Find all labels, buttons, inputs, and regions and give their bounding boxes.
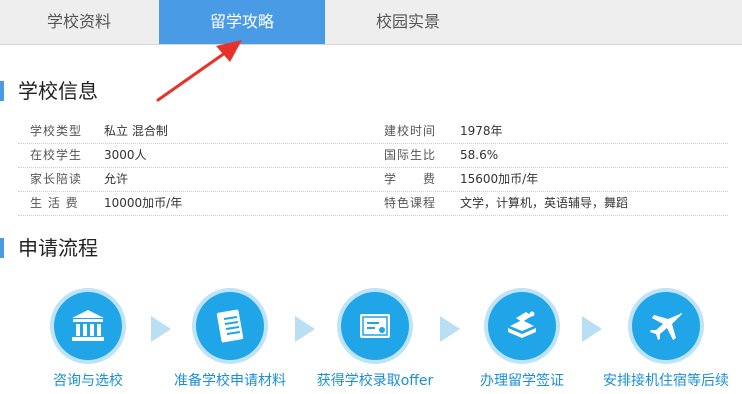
document-icon <box>216 309 244 343</box>
process-step: 咨询与选校 <box>18 292 158 390</box>
step-label: 准备学校申请材料 <box>174 373 286 389</box>
info-value: 1978年 <box>460 124 503 138</box>
step-circle <box>632 292 700 360</box>
section-application-process: 申请流程 <box>0 235 200 261</box>
process-step: 准备学校申请材料 <box>160 292 300 390</box>
info-value: 3000人 <box>104 148 147 162</box>
info-value: 10000加币/年 <box>104 196 183 210</box>
info-label: 特色课程 <box>384 196 437 210</box>
info-label: 家长陪读 <box>30 172 83 186</box>
step-circle <box>488 292 556 360</box>
info-value: 允许 <box>104 172 129 186</box>
info-value: 58.6% <box>460 148 499 162</box>
process-step: 安排接机住宿等后续 <box>592 292 740 390</box>
process-step: 获得学校录取offer <box>305 292 445 390</box>
info-value: 文学，计算机，英语辅导，舞蹈 <box>460 196 629 210</box>
airplane-icon <box>650 312 683 340</box>
table-row: 在校学生 3000人 国际生比 58.6% <box>18 144 728 168</box>
info-value: 15600加币/年 <box>460 172 539 186</box>
certificate-icon <box>360 314 390 338</box>
info-value: 私立 混合制 <box>104 124 168 138</box>
table-row: 学校类型 私立 混合制 建校时间 1978年 <box>18 120 728 144</box>
table-row: 家长陪读 允许 学 费 15600加币/年 <box>18 168 728 192</box>
step-circle <box>54 292 122 360</box>
tab-school-profile[interactable]: 学校资料 <box>0 0 158 44</box>
info-label: 生 活 费 <box>30 196 79 210</box>
section-school-info: 学校信息 <box>0 78 200 104</box>
step-label: 获得学校录取offer <box>316 373 434 389</box>
info-label: 国际生比 <box>384 148 437 162</box>
section-title: 学校信息 <box>18 79 98 103</box>
tab-campus-photos[interactable]: 校园实景 <box>326 0 490 44</box>
section-accent-bar <box>0 81 4 101</box>
info-label: 学 费 <box>384 172 437 186</box>
info-label: 学校类型 <box>30 124 83 138</box>
section-title: 申请流程 <box>18 236 98 260</box>
step-circle <box>341 292 409 360</box>
passport-book-icon <box>508 311 536 338</box>
step-label: 安排接机住宿等后续 <box>603 373 729 389</box>
step-label: 办理留学签证 <box>480 373 564 389</box>
step-label: 咨询与选校 <box>53 373 123 389</box>
info-label: 在校学生 <box>30 148 83 162</box>
process-step: 办理留学签证 <box>452 292 592 390</box>
section-accent-bar <box>0 238 4 258</box>
school-info-table: 学校类型 私立 混合制 建校时间 1978年 在校学生 3000人 国际生比 5… <box>18 120 728 216</box>
school-building-icon <box>72 310 104 341</box>
info-label: 建校时间 <box>384 124 437 138</box>
table-row: 生 活 费 10000加币/年 特色课程 文学，计算机，英语辅导，舞蹈 <box>18 192 728 216</box>
step-circle <box>196 292 264 360</box>
tab-bar: 学校资料 留学攻略 校园实景 <box>0 0 742 45</box>
